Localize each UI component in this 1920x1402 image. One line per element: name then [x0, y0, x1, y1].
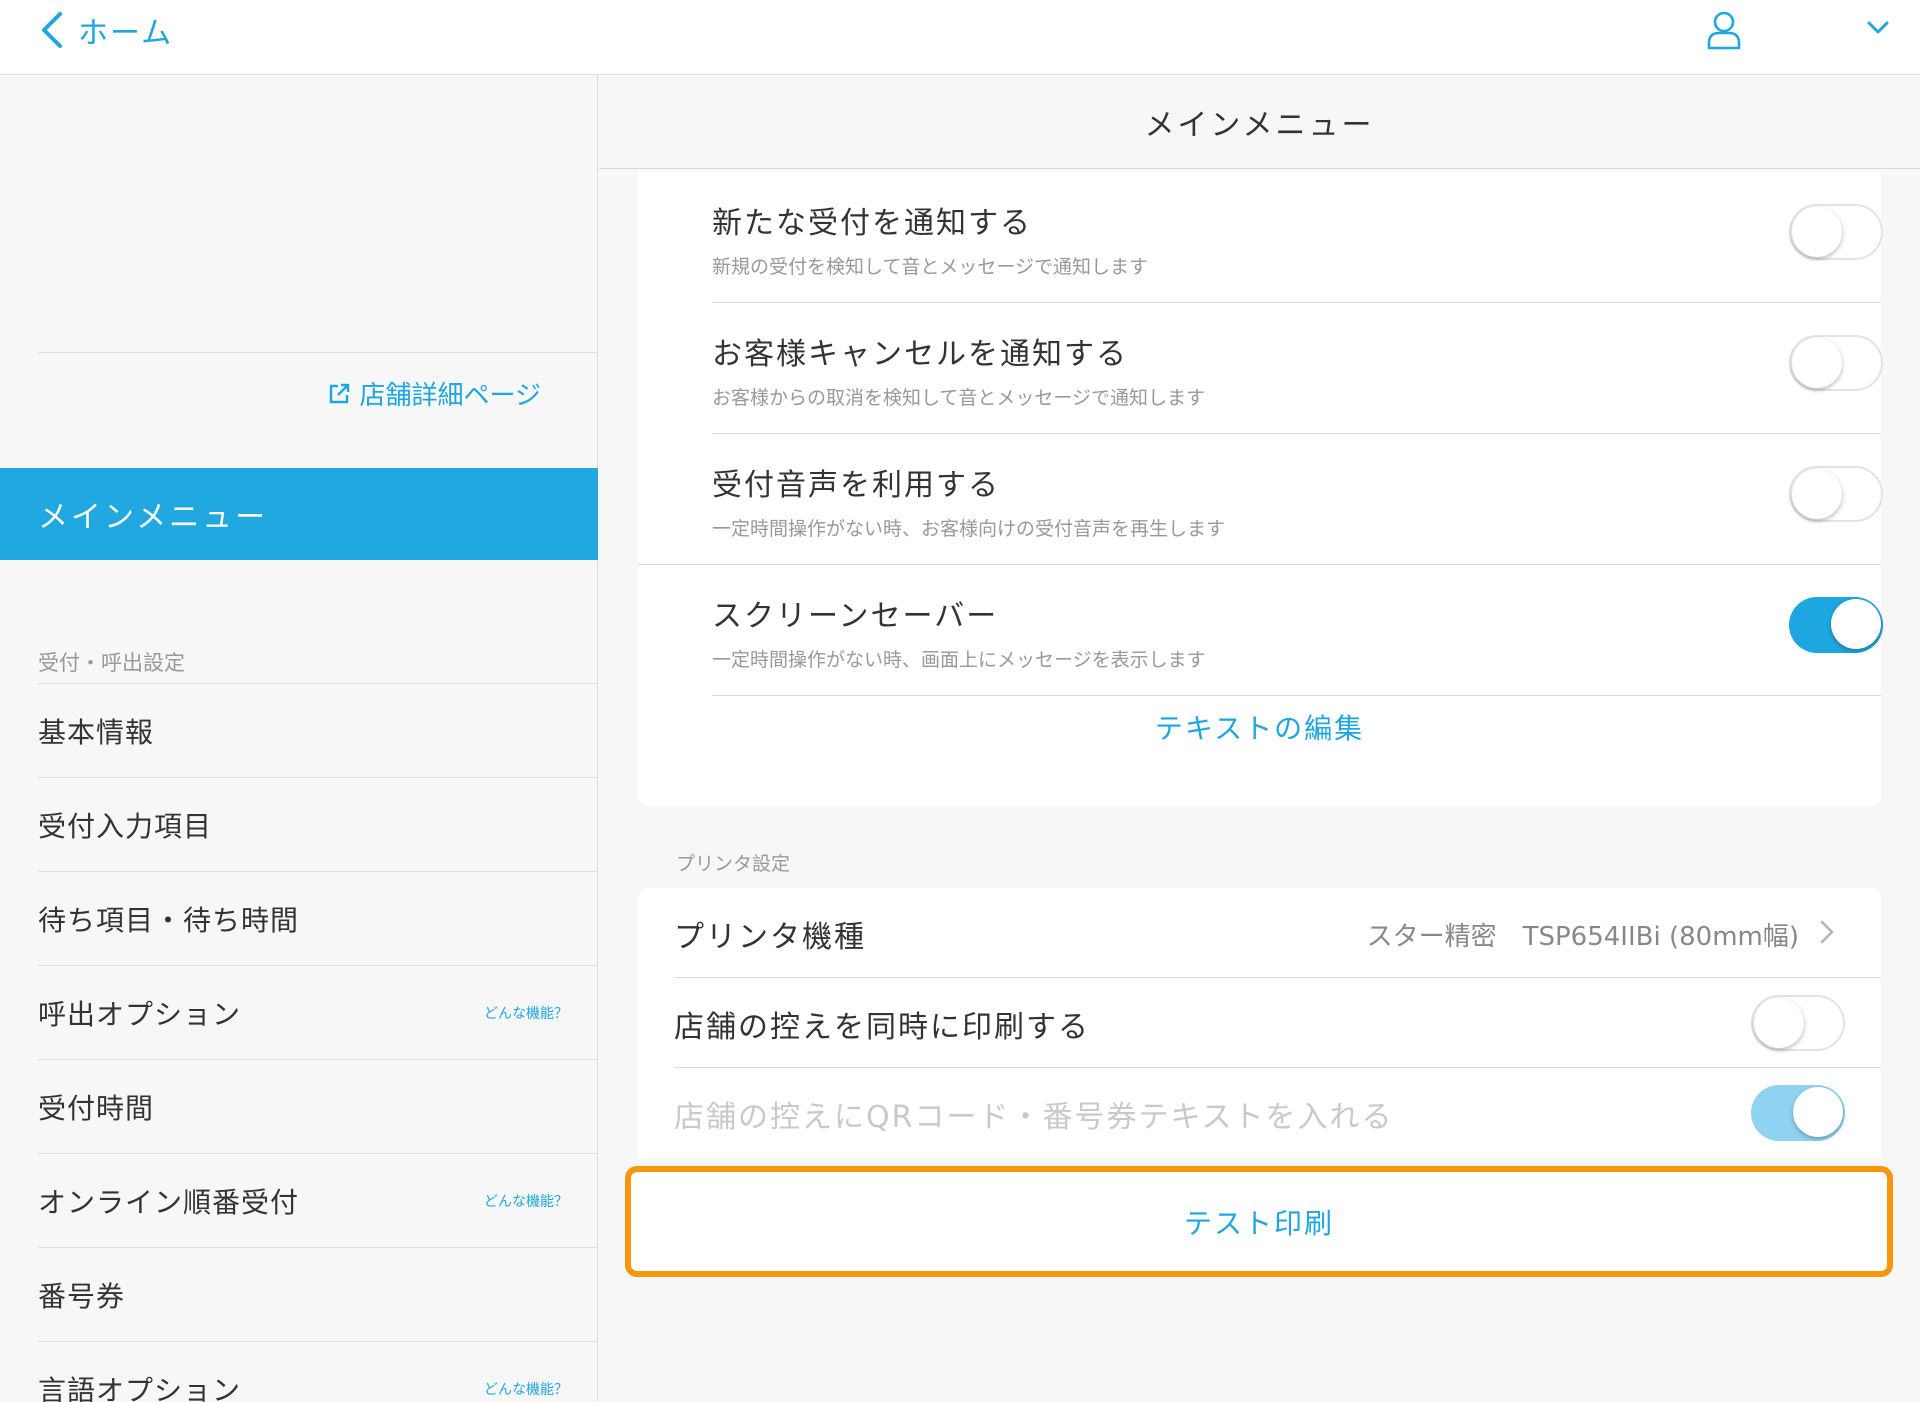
sidebar-item-reception-hours[interactable]: 受付時間	[38, 1059, 598, 1153]
setting-row-new-reception: 新たな受付を通知する 新規の受付を検知して音とメッセージで通知します	[712, 172, 1883, 303]
sidebar-item-label: 番号券	[38, 1279, 126, 1313]
test-print-button[interactable]: テスト印刷	[625, 1166, 1893, 1277]
toggle-switch[interactable]	[1789, 466, 1883, 522]
setting-row-screensaver: スクリーンセーバー 一定時間操作がない時、画面上にメッセージを表示します	[712, 565, 1883, 696]
setting-subtitle: 一定時間操作がない時、お客様向けの受付音声を再生します	[712, 518, 1226, 540]
printer-model-row[interactable]: プリンタ機種 スター精密 TSP654IIBi (80mm幅)	[674, 888, 1881, 978]
store-detail-link[interactable]: 店舗詳細ページ	[328, 375, 541, 412]
toggle-knob	[1792, 207, 1842, 257]
sidebar-item-call-options[interactable]: 呼出オプション どんな機能？	[38, 965, 598, 1059]
store-copy-label: 店舗の控えを同時に印刷する	[674, 1010, 1090, 1045]
toggle-knob	[1793, 1087, 1843, 1137]
row-divider	[712, 695, 1881, 696]
setting-title: スクリーンセーバー	[712, 599, 999, 634]
toggle-knob	[1754, 998, 1804, 1048]
back-button[interactable]: ホーム	[38, 8, 173, 52]
setting-row-cancel-notify: お客様キャンセルを通知する お客様からの取消を検知して音とメッセージで通知します	[712, 303, 1883, 434]
section-label-reception: 受付・呼出設定	[38, 651, 185, 675]
toggle-switch[interactable]	[1751, 995, 1845, 1051]
chevron-down-icon[interactable]	[1866, 18, 1890, 38]
sidebar: 店舗詳細ページ メインメニュー 受付・呼出設定 基本情報 受付入力項目 待ち項目…	[0, 75, 598, 1402]
main-panel: メインメニュー 新たな受付を通知する 新規の受付を検知して音とメッセージで通知し…	[599, 75, 1920, 1402]
sidebar-item-label: 言語オプション	[38, 1373, 242, 1402]
printer-settings-card: プリンタ機種 スター精密 TSP654IIBi (80mm幅) 店舗の控えを同時…	[638, 888, 1881, 1158]
sidebar-item-language-options[interactable]: 言語オプション どんな機能？	[38, 1341, 598, 1402]
help-link[interactable]: どんな機能？	[484, 1379, 568, 1399]
setting-row-reception-voice: 受付音声を利用する 一定時間操作がない時、お客様向けの受付音声を再生します	[638, 434, 1883, 565]
help-link[interactable]: どんな機能？	[484, 1191, 568, 1211]
setting-title: 受付音声を利用する	[712, 468, 1000, 503]
store-copy-row: 店舗の控えを同時に印刷する	[674, 978, 1881, 1068]
setting-title: お客様キャンセルを通知する	[712, 337, 1128, 372]
setting-subtitle: お客様からの取消を検知して音とメッセージで通知します	[712, 387, 1206, 409]
sidebar-item-label: 受付時間	[38, 1091, 155, 1125]
sidebar-item-label: 受付入力項目	[38, 809, 213, 843]
sidebar-item-reception-fields[interactable]: 受付入力項目	[38, 777, 598, 871]
top-bar: ホーム	[0, 0, 1920, 75]
sidebar-item-label: オンライン順番受付	[38, 1185, 300, 1219]
sidebar-item-label: メインメニュー	[38, 500, 269, 535]
help-link[interactable]: どんな機能？	[484, 1003, 568, 1023]
edit-text-button[interactable]: テキストの編集	[638, 707, 1881, 747]
chevron-right-icon	[1820, 920, 1834, 944]
setting-subtitle: 新規の受付を検知して音とメッセージで通知します	[712, 256, 1149, 278]
toggle-knob	[1831, 599, 1881, 649]
toggle-knob	[1792, 469, 1842, 519]
printer-model-value: スター精密 TSP654IIBi (80mm幅)	[1366, 922, 1799, 952]
toggle-switch[interactable]	[1789, 335, 1883, 391]
setting-title: 新たな受付を通知する	[712, 206, 1032, 241]
toggle-switch[interactable]	[1789, 204, 1883, 260]
sidebar-item-label: 待ち項目・待ち時間	[38, 903, 300, 937]
page-title: メインメニュー	[599, 75, 1920, 169]
toggle-switch[interactable]	[1789, 597, 1883, 653]
sidebar-item-basic-info[interactable]: 基本情報	[38, 683, 598, 777]
sidebar-item-wait-items[interactable]: 待ち項目・待ち時間	[38, 871, 598, 965]
chevron-left-icon	[42, 12, 62, 48]
printer-section-label: プリンタ設定	[676, 853, 791, 875]
printer-model-label: プリンタ機種	[674, 920, 866, 955]
user-icon[interactable]	[1706, 10, 1742, 50]
setting-subtitle: 一定時間操作がない時、画面上にメッセージを表示します	[712, 649, 1206, 671]
test-print-label: テスト印刷	[1183, 1206, 1334, 1240]
qr-text-row: 店舗の控えにQRコード・番号券テキストを入れる	[674, 1068, 1881, 1158]
store-detail-label: 店舗詳細ページ	[359, 381, 541, 411]
sidebar-item-online-queue[interactable]: オンライン順番受付 どんな機能？	[38, 1153, 598, 1247]
external-link-icon	[329, 383, 349, 403]
sidebar-item-label: 基本情報	[38, 715, 155, 749]
sidebar-divider	[38, 352, 598, 353]
sidebar-item-label: 呼出オプション	[38, 997, 242, 1031]
toggle-knob	[1792, 338, 1842, 388]
toggle-switch[interactable]	[1751, 1085, 1845, 1141]
qr-text-label: 店舗の控えにQRコード・番号券テキストを入れる	[674, 1100, 1394, 1135]
sidebar-item-main-menu[interactable]: メインメニュー	[0, 468, 598, 560]
back-label: ホーム	[78, 16, 174, 51]
sidebar-item-number-ticket[interactable]: 番号券	[38, 1247, 598, 1341]
sidebar-nav-list: 基本情報 受付入力項目 待ち項目・待ち時間 呼出オプション どんな機能？ 受付時…	[38, 683, 598, 1402]
notification-settings-card: 新たな受付を通知する 新規の受付を検知して音とメッセージで通知します お客様キャ…	[638, 172, 1883, 806]
